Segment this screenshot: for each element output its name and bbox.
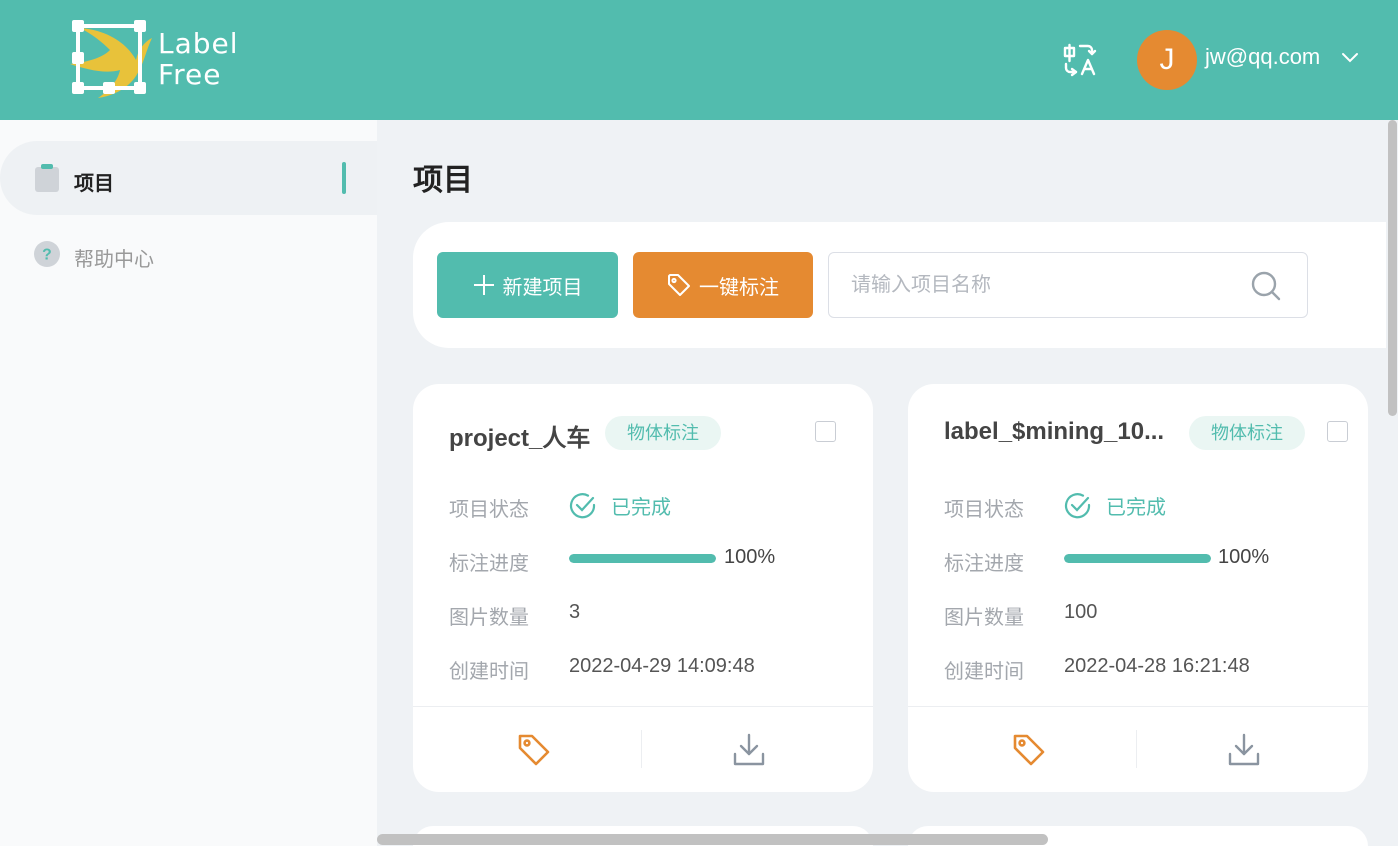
chevron-down-icon[interactable]	[1340, 48, 1360, 68]
image-count-label: 图片数量	[944, 607, 1024, 629]
progress-percent: 100%	[1218, 546, 1270, 568]
status-label: 项目状态	[944, 499, 1024, 521]
created-value: 2022-04-29 14:09:48	[569, 655, 755, 677]
logo-line2: Free	[158, 58, 222, 91]
active-indicator	[342, 162, 346, 194]
vertical-scrollbar-thumb[interactable]	[1388, 120, 1397, 416]
project-select-checkbox[interactable]	[815, 421, 836, 442]
status-label: 项目状态	[449, 499, 529, 521]
svg-text:?: ?	[42, 247, 52, 264]
created-value: 2022-04-28 16:21:48	[1064, 655, 1250, 677]
download-icon[interactable]	[731, 732, 767, 768]
clipboard-icon	[35, 164, 59, 192]
check-circle-icon	[569, 492, 596, 518]
sidebar-item-projects[interactable]: 项目	[0, 141, 377, 215]
project-toolbar: 新建项目 一键标注	[413, 222, 1398, 348]
image-count-value: 100	[1064, 601, 1098, 623]
progress-fill	[569, 554, 716, 563]
tag-icon	[668, 274, 690, 296]
quick-label-label: 一键标注	[699, 276, 779, 299]
user-avatar[interactable]: J	[1137, 30, 1197, 90]
status-text: 已完成	[611, 497, 671, 519]
project-status: 已完成	[569, 491, 671, 520]
search-icon[interactable]	[1250, 270, 1282, 302]
card-divider	[413, 706, 873, 707]
progress-fill	[1064, 554, 1211, 563]
card-divider	[908, 706, 1368, 707]
horizontal-scrollbar-thumb[interactable]	[377, 834, 1048, 845]
page-title: 项目	[413, 164, 473, 197]
tag-icon[interactable]	[1011, 732, 1047, 768]
language-translate-icon[interactable]	[1062, 42, 1098, 78]
action-separator	[641, 730, 642, 768]
project-type-badge: 物体标注	[605, 416, 721, 450]
project-name[interactable]: label_$mining_10...	[944, 418, 1164, 446]
progress-bar	[1064, 554, 1211, 563]
progress-label: 标注进度	[449, 553, 529, 575]
created-label: 创建时间	[449, 661, 529, 683]
plus-icon	[473, 275, 494, 295]
progress-percent: 100%	[724, 546, 776, 568]
image-count-value: 3	[569, 601, 581, 623]
image-count-label: 图片数量	[449, 607, 529, 629]
question-circle-icon: ?	[34, 241, 60, 267]
project-select-checkbox[interactable]	[1327, 421, 1348, 442]
check-circle-icon	[1064, 492, 1091, 518]
logo-line1: Label	[158, 27, 239, 60]
project-status: 已完成	[1064, 491, 1166, 520]
sidebar-item-label: 项目	[74, 173, 114, 195]
status-text: 已完成	[1106, 497, 1166, 519]
swallow-logo-icon	[70, 20, 152, 98]
action-separator	[1136, 730, 1137, 768]
vertical-scrollbar[interactable]	[1386, 120, 1398, 846]
created-label: 创建时间	[944, 661, 1024, 683]
new-project-button[interactable]: 新建项目	[437, 252, 618, 318]
sidebar-item-help-center[interactable]: ? 帮助中心	[0, 217, 377, 291]
user-email[interactable]: jw@qq.com	[1205, 44, 1320, 70]
search-box	[828, 252, 1308, 318]
sidebar-item-label: 帮助中心	[74, 249, 154, 271]
project-card[interactable]: label_$mining_10... 物体标注 项目状态 已完成 标注进度 1…	[908, 384, 1368, 792]
project-card[interactable]: project_人车 物体标注 项目状态 已完成 标注进度 100% 图片数量 …	[413, 384, 873, 792]
project-name[interactable]: project_人车	[449, 418, 590, 453]
sidebar: 项目 ? 帮助中心	[0, 120, 377, 846]
progress-label: 标注进度	[944, 553, 1024, 575]
search-input[interactable]	[851, 253, 1241, 317]
progress-bar	[569, 554, 716, 563]
new-project-label: 新建项目	[502, 276, 583, 299]
labelfree-logo[interactable]: Label Free	[66, 20, 256, 100]
quick-label-button[interactable]: 一键标注	[633, 252, 813, 318]
tag-icon[interactable]	[516, 732, 552, 768]
project-type-badge: 物体标注	[1189, 416, 1305, 450]
logo-wordmark: Label Free	[158, 28, 239, 90]
download-icon[interactable]	[1226, 732, 1262, 768]
top-header: Label Free J jw@qq.com	[0, 0, 1398, 120]
